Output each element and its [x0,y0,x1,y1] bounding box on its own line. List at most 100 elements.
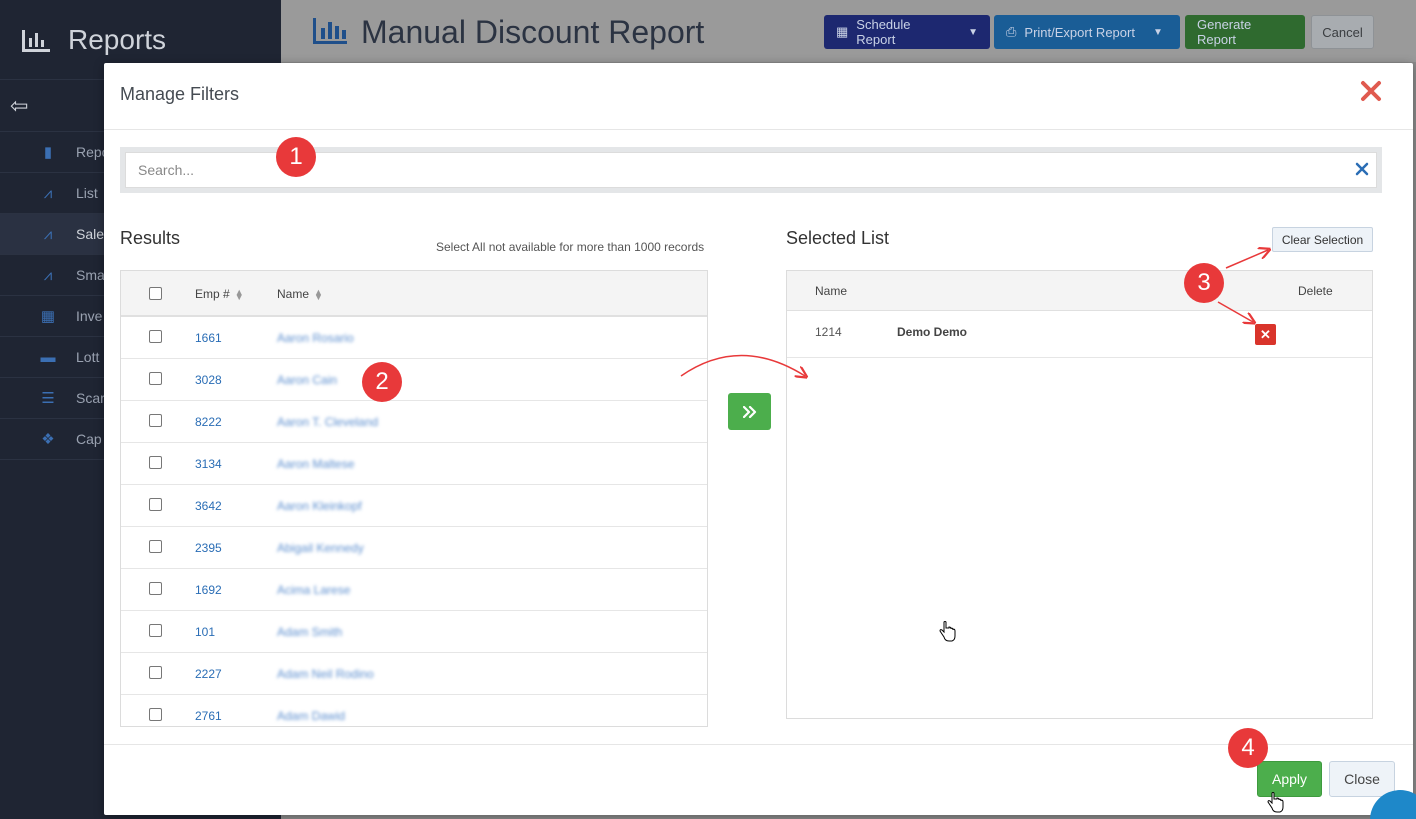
select-all-checkbox[interactable] [149,287,162,300]
table-row[interactable]: 2395 Abigail Kennedy [121,527,707,569]
emp-number[interactable]: 3134 [195,457,222,471]
bookmark-icon: ▮ [43,144,53,161]
employee-name[interactable]: Adam Neil Rodino [277,667,374,681]
row-checkbox[interactable] [149,456,162,469]
emp-number: 1214 [815,325,842,339]
row-checkbox[interactable] [149,540,162,553]
selected-row: 1214 Demo Demo ✕ [787,311,1372,358]
line-chart-icon: ⩘ [43,266,53,284]
employee-name[interactable]: Aaron Kleinkopf [277,499,362,513]
cubes-icon: ❖ [41,431,55,448]
delete-row-button[interactable]: ✕ [1255,324,1276,345]
modal-title: Manage Filters [120,84,240,104]
bar-chart-icon [313,18,347,44]
row-checkbox[interactable] [149,582,162,595]
employee-name[interactable]: Aaron Cain [277,373,337,387]
emp-number[interactable]: 1661 [195,331,222,345]
table-row[interactable]: 101 Adam Smith [121,611,707,653]
modal-footer [104,744,1413,815]
column-header-delete: Delete [1298,284,1333,298]
row-checkbox[interactable] [149,330,162,343]
table-row[interactable]: 1692 Acima Larese [121,569,707,611]
hand-cursor-icon [939,621,956,642]
generate-report-button[interactable]: Generate Report [1185,15,1305,49]
column-header-emp[interactable]: Emp # ▲ ▼ [195,287,244,301]
selected-table: Name Delete 1214 Demo Demo ✕ [786,270,1373,719]
row-checkbox[interactable] [149,414,162,427]
sort-icon: ▲ ▼ [234,286,244,302]
close-icon[interactable] [1359,79,1383,103]
sort-icon: ▲ ▼ [314,286,323,302]
clear-search-icon[interactable] [1354,161,1370,177]
employee-name[interactable]: Adam Smith [277,625,342,639]
table-row[interactable]: 3642 Aaron Kleinkopf [121,485,707,527]
column-header-label: Emp # [195,287,230,301]
results-table: Emp # ▲ ▼ Name ▲ ▼ 1661 Aaron Rosario 3028 Aar… [120,270,708,727]
print-export-button[interactable]: ⎙ Print/Export Report ▼ [994,15,1180,49]
modal-header: Manage Filters [104,63,1413,130]
add-selected-button[interactable] [728,393,771,430]
column-header-label: Name [277,287,310,301]
table-row[interactable]: 2227 Adam Neil Rodino [121,653,707,695]
selected-list-title: Selected List [786,228,890,248]
row-checkbox[interactable] [149,708,162,721]
callout-badge: 3 [1184,263,1224,303]
employee-name[interactable]: Adam Dawid [277,709,345,723]
caret-down-icon[interactable]: ▼ [1153,27,1163,38]
schedule-report-button[interactable]: ▦ Schedule Report ▼ [824,15,990,49]
emp-number[interactable]: 2395 [195,541,222,555]
double-chevron-right-icon [742,405,756,418]
caret-down-icon[interactable]: ▼ [968,27,978,38]
table-row[interactable]: 3028 Aaron Cain [121,359,707,401]
warehouse-icon: ▦ [40,308,56,325]
column-header-name: Name [815,284,848,298]
sidebar-title: Reports [68,23,167,55]
sidebar-item-label: List [76,185,98,201]
table-row[interactable]: 8222 Aaron T. Cleveland [121,401,707,443]
employee-name[interactable]: Abigail Kennedy [277,541,364,555]
emp-number[interactable]: 1692 [195,583,222,597]
employee-name[interactable]: Aaron Rosario [277,331,354,345]
table-row[interactable]: 3134 Aaron Maltese [121,443,707,485]
emp-number[interactable]: 8222 [195,415,222,429]
close-button[interactable]: Close [1329,761,1395,797]
clear-selection-button[interactable]: Clear Selection [1272,227,1373,252]
emp-number[interactable]: 101 [195,625,215,639]
cancel-button[interactable]: Cancel [1311,15,1374,49]
line-chart-icon: ⩘ [43,225,53,243]
list-icon: ☰ [41,390,55,407]
calendar-icon: ▦ [836,24,849,39]
table-row[interactable]: 2761 Adam Dawid [121,695,707,726]
row-checkbox[interactable] [149,372,162,385]
employee-name[interactable]: Acima Larese [277,583,350,597]
row-checkbox[interactable] [149,498,162,511]
line-chart-icon: ⩘ [43,184,53,202]
sidebar-item-label: Lott [76,349,100,365]
employee-name: Demo Demo [897,325,968,339]
emp-number[interactable]: 2761 [195,709,222,723]
employee-name[interactable]: Aaron Maltese [277,457,354,471]
emp-number[interactable]: 3642 [195,499,222,513]
bar-chart-icon [22,29,50,52]
sidebar-item-label: Scar [76,390,105,406]
employee-name[interactable]: Aaron T. Cleveland [277,415,378,429]
table-row[interactable]: 1661 Aaron Rosario [121,317,707,359]
results-table-header: Emp # ▲ ▼ Name ▲ ▼ [121,271,707,317]
sidebar-item-label: Cap [76,431,102,447]
row-checkbox[interactable] [149,624,162,637]
hand-cursor-icon [1267,792,1284,813]
selected-table-header: Name Delete [787,271,1372,311]
callout-badge: 1 [276,137,316,177]
ticket-icon: ▬ [40,348,56,366]
row-checkbox[interactable] [149,666,162,679]
callout-badge: 4 [1228,728,1268,768]
print-export-label: Print/Export Report [1024,24,1135,40]
emp-number[interactable]: 2227 [195,667,222,681]
sidebar-item-label: Inve [76,308,103,324]
emp-number[interactable]: 3028 [195,373,222,387]
select-all-note: Select All not available for more than 1… [436,240,705,254]
sidebar-item-label: Sma [76,267,105,283]
results-title: Results [120,228,181,248]
page-header: Manual Discount Report ▦ Schedule Report… [281,0,1416,62]
column-header-name[interactable]: Name ▲ ▼ [277,287,323,301]
